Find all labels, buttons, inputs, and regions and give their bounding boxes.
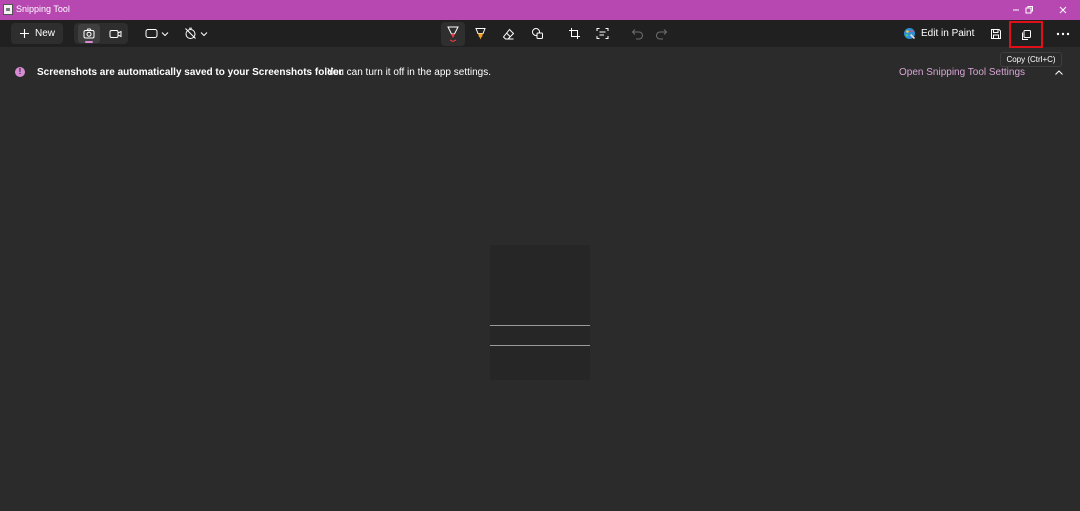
snipping-tool-app-icon xyxy=(3,4,13,15)
snip-divider xyxy=(490,325,590,326)
close-button[interactable] xyxy=(1047,0,1079,20)
more-options-button[interactable] xyxy=(1052,24,1074,43)
text-actions-icon xyxy=(596,28,608,39)
autosave-hint: You can turn it off in the app settings. xyxy=(327,67,492,78)
new-label: New xyxy=(34,28,55,39)
eraser-icon xyxy=(502,28,514,39)
new-snip-button[interactable]: New xyxy=(11,23,63,44)
toolbar: New Edit in Paint xyxy=(0,20,1080,48)
shapes-button[interactable] xyxy=(527,24,547,43)
restore-icon xyxy=(1025,6,1033,14)
photo-mode-button[interactable] xyxy=(78,24,100,43)
eraser-button[interactable] xyxy=(498,24,518,43)
edit-in-paint-button[interactable]: Edit in Paint xyxy=(903,24,975,43)
save-button[interactable] xyxy=(986,24,1006,43)
paint-icon xyxy=(904,28,916,40)
save-icon xyxy=(991,28,1001,39)
ballpoint-pen-button[interactable] xyxy=(441,22,465,46)
highlighter-icon xyxy=(474,27,486,39)
undo-icon xyxy=(631,28,643,39)
timer-off-icon xyxy=(185,27,196,39)
timer-dropdown[interactable] xyxy=(181,24,211,43)
open-settings-link[interactable]: Open Snipping Tool Settings xyxy=(899,67,1025,78)
window-title: Snipping Tool xyxy=(16,4,70,14)
plus-icon xyxy=(19,29,29,38)
autosave-info-bar: ! Screenshots are automatically saved to… xyxy=(0,59,1080,85)
video-camera-icon xyxy=(109,29,121,38)
rectangle-icon xyxy=(145,29,158,38)
info-icon: ! xyxy=(15,67,25,77)
text-actions-button[interactable] xyxy=(592,24,612,43)
more-icon xyxy=(1056,32,1070,35)
snip-divider xyxy=(490,345,590,346)
redo-button[interactable] xyxy=(651,24,671,43)
redo-icon xyxy=(655,28,667,39)
video-mode-button[interactable] xyxy=(104,24,126,43)
copy-tooltip: Copy (Ctrl+C) xyxy=(1000,52,1062,67)
crop-button[interactable] xyxy=(564,24,584,43)
copy-button[interactable] xyxy=(1009,21,1043,48)
ballpoint-pen-icon xyxy=(447,26,459,43)
highlighter-button[interactable] xyxy=(470,24,490,43)
restore-button[interactable] xyxy=(1013,0,1045,20)
camera-icon xyxy=(83,28,95,39)
title-bar: Snipping Tool xyxy=(0,0,1080,20)
shapes-icon xyxy=(531,28,543,39)
crop-icon xyxy=(568,28,580,39)
chevron-up-icon xyxy=(1055,69,1063,75)
chevron-down-icon xyxy=(200,31,208,36)
snip-shape-dropdown[interactable] xyxy=(142,24,172,43)
copy-icon xyxy=(1022,29,1031,40)
edit-in-paint-label: Edit in Paint xyxy=(921,28,975,39)
collapse-info-button[interactable] xyxy=(1052,65,1066,79)
captured-snip-preview xyxy=(490,245,590,380)
chevron-down-icon xyxy=(161,31,169,36)
autosave-message: Screenshots are automatically saved to y… xyxy=(37,67,343,78)
selected-indicator xyxy=(85,41,93,43)
undo-button[interactable] xyxy=(627,24,647,43)
close-icon xyxy=(1059,6,1067,14)
